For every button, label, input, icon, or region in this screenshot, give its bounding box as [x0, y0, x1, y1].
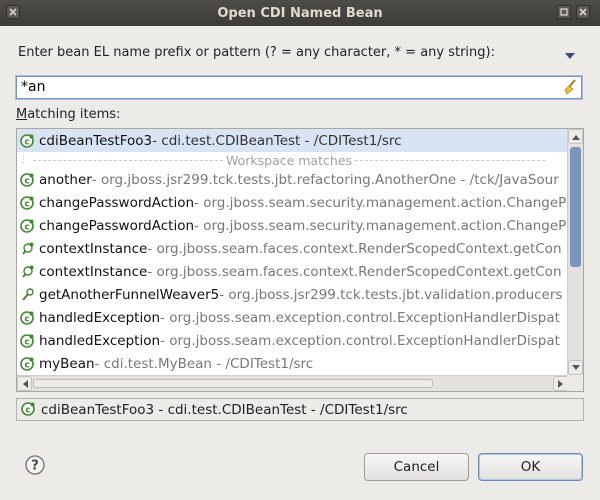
window-title: Open CDI Named Bean: [217, 5, 383, 21]
svg-text:c: c: [24, 199, 29, 209]
list-item-selected[interactable]: c cdiBeanTestFoo3 - cdi.test.CDIBeanTest…: [17, 129, 568, 152]
list-item[interactable]: c myBean - cdi.test.MyBean - /CDITest1/sr…: [17, 352, 568, 375]
search-input[interactable]: [21, 79, 541, 95]
scroll-right-icon[interactable]: [553, 376, 568, 391]
list-item[interactable]: c changePasswordAction - org.jboss.seam.s…: [17, 191, 568, 214]
pattern-prompt-label: Enter bean EL name prefix or pattern (? …: [18, 45, 495, 60]
horizontal-scroll-thumb[interactable]: [33, 379, 433, 388]
list-item[interactable]: c handledException - org.jboss.seam.excep…: [17, 329, 568, 352]
item-detail: - org.jboss.jsr299.tck.tests.jbt.validat…: [219, 286, 563, 303]
search-field-container: [16, 76, 582, 99]
item-detail: - org.jboss.seam.security.management.act…: [194, 217, 567, 234]
separator-line-right: [355, 159, 546, 161]
item-name: changePasswordAction: [39, 194, 195, 211]
named-bean-icon: [19, 287, 35, 303]
item-detail: - org.jboss.seam.security.management.act…: [194, 194, 567, 211]
named-bean-icon: c: [19, 218, 35, 234]
list-item[interactable]: c another - org.jboss.jsr299.tck.tests.jb…: [17, 168, 568, 191]
item-name: contextInstance: [39, 263, 148, 280]
view-menu-chevron-down-icon[interactable]: [564, 49, 576, 64]
matching-items-label: Matching items:: [16, 107, 120, 122]
matching-label-text: atching items:: [27, 107, 121, 122]
scroll-up-icon[interactable]: [568, 129, 583, 144]
item-name: handledException: [39, 332, 161, 349]
list-item[interactable]: c changePasswordAction - org.jboss.seam.s…: [17, 214, 568, 237]
item-detail: - org.jboss.seam.exception.control.Excep…: [160, 309, 560, 326]
svg-text:c: c: [24, 314, 29, 324]
close-window-icon[interactable]: [576, 5, 590, 19]
cancel-button[interactable]: Cancel: [364, 453, 469, 481]
matching-mnemonic: M: [16, 107, 28, 122]
item-name: getAnotherFunnelWeaver5: [39, 286, 220, 303]
dialog-window: Open CDI Named Bean Enter bean EL name p…: [0, 0, 600, 500]
clear-broom-icon[interactable]: [562, 79, 578, 99]
svg-text:c: c: [24, 176, 29, 186]
matching-items-list[interactable]: c cdiBeanTestFoo3 - cdi.test.CDIBeanTest…: [16, 128, 584, 392]
item-name: myBean: [39, 355, 95, 372]
named-bean-icon: c: [21, 401, 37, 418]
named-bean-icon: c: [19, 333, 35, 349]
item-name: another: [39, 171, 92, 188]
item-detail: - cdi.test.CDIBeanTest - /CDITest1/src: [152, 132, 402, 149]
list-item[interactable]: contextInstance - org.jboss.seam.faces.c…: [17, 260, 568, 283]
svg-text:c: c: [25, 405, 30, 415]
named-bean-icon: [19, 241, 35, 257]
scroll-corner: [567, 375, 583, 391]
named-bean-icon: c: [19, 356, 35, 372]
maximize-icon[interactable]: [557, 5, 571, 19]
scroll-down-icon[interactable]: [568, 360, 583, 375]
named-bean-icon: [19, 264, 35, 280]
item-detail: - org.jboss.jsr299.tck.tests.jbt.refacto…: [91, 171, 559, 188]
svg-text:c: c: [24, 137, 29, 147]
list-rows: c cdiBeanTestFoo3 - cdi.test.CDIBeanTest…: [17, 129, 568, 376]
svg-text:c: c: [24, 222, 29, 232]
named-bean-icon: c: [19, 172, 35, 188]
item-detail: - org.jboss.seam.faces.context.RenderSco…: [147, 263, 562, 280]
workspace-item-rows: c another - org.jboss.jsr299.tck.tests.jb…: [17, 168, 568, 375]
separator-label: Workspace matches: [226, 152, 353, 168]
status-text: cdiBeanTestFoo3 - cdi.test.CDIBeanTest -…: [41, 401, 408, 418]
named-bean-icon: c: [19, 310, 35, 326]
list-item[interactable]: contextInstance - org.jboss.seam.faces.c…: [17, 237, 568, 260]
close-icon[interactable]: [6, 5, 20, 19]
item-detail: - org.jboss.seam.exception.control.Excep…: [160, 332, 560, 349]
vertical-scrollbar[interactable]: [567, 129, 583, 375]
named-bean-icon: c: [19, 133, 35, 149]
scroll-left-icon[interactable]: [17, 376, 32, 391]
title-bar[interactable]: Open CDI Named Bean: [0, 0, 600, 26]
svg-text:?: ?: [31, 459, 39, 474]
help-icon[interactable]: ?: [25, 455, 45, 475]
workspace-matches-separator: ⋮ Workspace matches: [17, 152, 568, 168]
list-item[interactable]: getAnotherFunnelWeaver5 - org.jboss.jsr2…: [17, 283, 568, 306]
item-name: cdiBeanTestFoo3: [39, 132, 153, 149]
separator-line-left: [33, 159, 223, 161]
item-name: changePasswordAction: [39, 217, 195, 234]
svg-text:c: c: [24, 360, 29, 370]
list-item[interactable]: c handledException - org.jboss.seam.excep…: [17, 306, 568, 329]
item-name: handledException: [39, 309, 161, 326]
item-detail: - org.jboss.seam.faces.context.RenderSco…: [147, 240, 562, 257]
svg-text:c: c: [24, 337, 29, 347]
horizontal-scrollbar[interactable]: [17, 375, 568, 391]
ok-button[interactable]: OK: [478, 453, 583, 481]
selection-status-bar: c cdiBeanTestFoo3 - cdi.test.CDIBeanTest…: [16, 398, 584, 421]
named-bean-icon: c: [19, 195, 35, 211]
item-detail: - cdi.test.MyBean - /CDITest1/src: [94, 355, 314, 372]
item-name: contextInstance: [39, 240, 148, 257]
vertical-scroll-thumb[interactable]: [570, 147, 581, 267]
